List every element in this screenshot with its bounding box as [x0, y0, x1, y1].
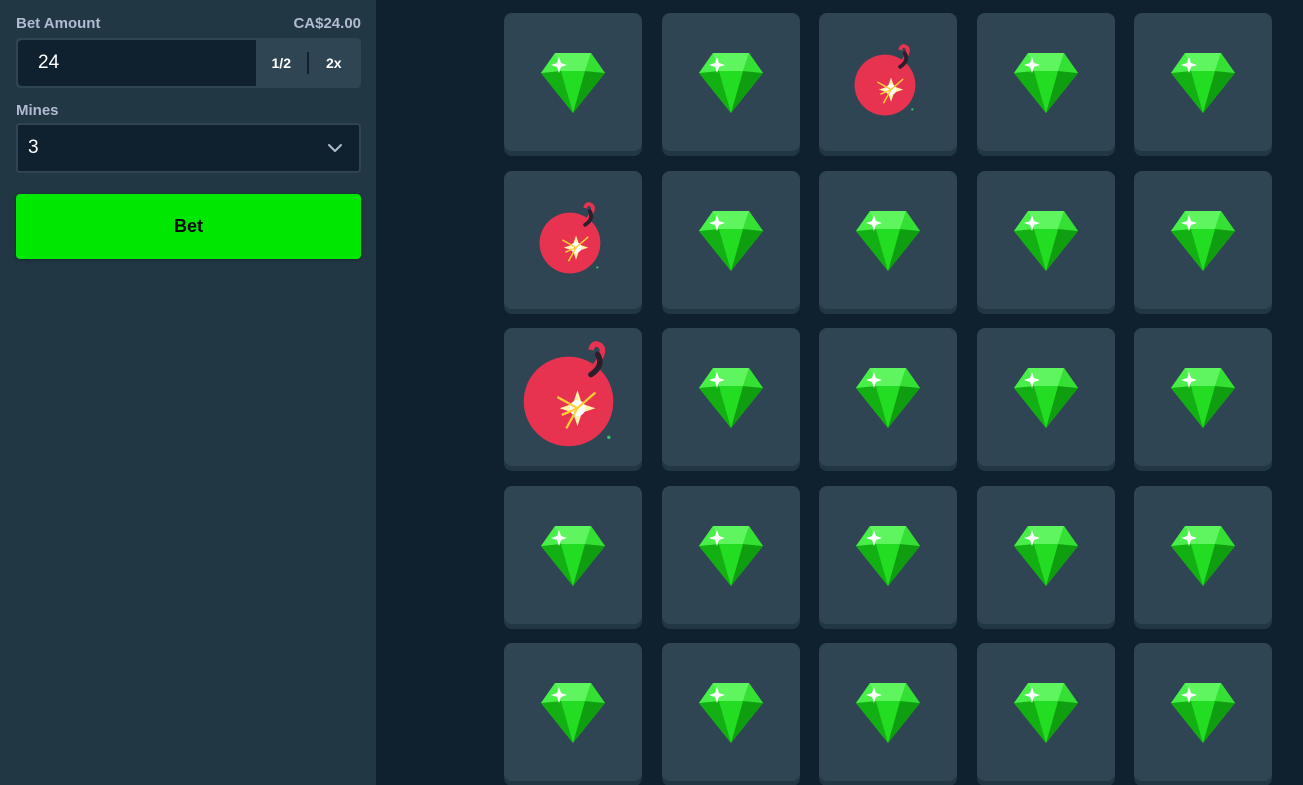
sidebar: Bet Amount CA$24.00 24 1/2 2x Mines 3 Be…	[0, 0, 376, 785]
gem-icon	[1169, 49, 1237, 115]
double-bet-button[interactable]: 2x	[309, 40, 360, 86]
mine-icon	[850, 44, 926, 120]
board-tile[interactable]	[661, 643, 800, 781]
board-tile[interactable]	[819, 485, 957, 624]
bet-amount-input[interactable]: 24	[18, 40, 256, 86]
board-tile[interactable]	[976, 170, 1115, 309]
board-tile[interactable]	[661, 13, 800, 151]
gem-icon	[697, 364, 765, 430]
board-tile[interactable]	[661, 328, 800, 466]
board-tile[interactable]	[1134, 643, 1272, 781]
board-tile[interactable]	[1134, 328, 1272, 466]
board-tile[interactable]	[504, 13, 642, 151]
board-tile[interactable]	[661, 170, 800, 309]
board-tile[interactable]	[976, 13, 1115, 151]
gem-icon	[1012, 364, 1080, 430]
gem-icon	[697, 207, 765, 273]
board-tile[interactable]	[976, 485, 1115, 624]
board-tile[interactable]	[976, 328, 1115, 466]
gem-icon	[1169, 522, 1237, 588]
gem-icon	[1012, 679, 1080, 745]
gem-icon	[1012, 522, 1080, 588]
bet-amount-value: CA$24.00	[293, 14, 361, 32]
board-tile[interactable]	[1134, 13, 1272, 151]
gem-icon	[1012, 49, 1080, 115]
mine-icon	[517, 341, 629, 453]
bet-amount-header: Bet Amount CA$24.00	[16, 13, 361, 33]
board-tile[interactable]	[976, 643, 1115, 781]
gem-icon	[854, 522, 922, 588]
board-tile[interactable]	[819, 13, 957, 151]
chevron-down-icon	[328, 144, 342, 152]
mines-label: Mines	[16, 101, 59, 119]
board-tile[interactable]	[504, 643, 642, 781]
gem-icon	[854, 364, 922, 430]
half-bet-button[interactable]: 1/2	[256, 40, 307, 86]
board-tile[interactable]	[504, 328, 642, 466]
gem-icon	[539, 679, 607, 745]
board-tile[interactable]	[819, 328, 957, 466]
bet-amount-field-group: 24 1/2 2x	[16, 38, 361, 88]
mine-icon	[535, 201, 611, 278]
gem-icon	[854, 679, 922, 745]
gem-icon	[1169, 679, 1237, 745]
gem-icon	[697, 679, 765, 745]
board-tile[interactable]	[504, 170, 642, 309]
gem-icon	[697, 49, 765, 115]
board-tile[interactable]	[819, 170, 957, 309]
gem-icon	[539, 522, 607, 588]
board-tile[interactable]	[1134, 485, 1272, 624]
gem-icon	[1169, 207, 1237, 273]
gem-icon	[1169, 364, 1237, 430]
board-tile[interactable]	[661, 485, 800, 624]
gem-icon	[854, 207, 922, 273]
bet-amount-label: Bet Amount	[16, 14, 101, 32]
bet-button[interactable]: Bet	[16, 194, 361, 259]
mines-board	[504, 13, 1272, 781]
gem-icon	[539, 49, 607, 115]
mines-select-value: 3	[28, 137, 39, 158]
gem-icon	[697, 522, 765, 588]
board-tile[interactable]	[1134, 170, 1272, 309]
board-tile[interactable]	[504, 485, 642, 624]
mines-select[interactable]: 3	[16, 123, 361, 173]
gem-icon	[1012, 207, 1080, 273]
board-tile[interactable]	[819, 643, 957, 781]
